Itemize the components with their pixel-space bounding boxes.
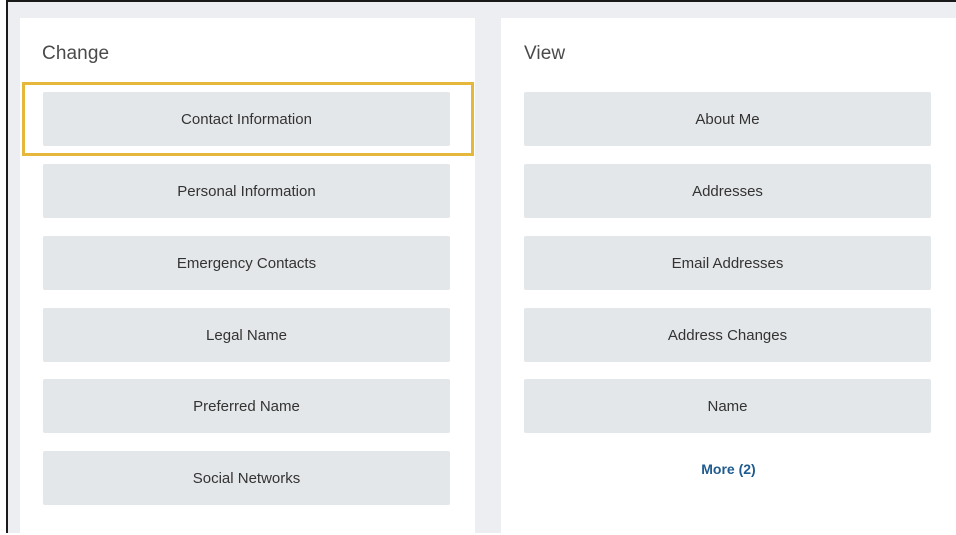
address-changes-button[interactable]: Address Changes [524,308,931,362]
change-card: Change Contact Information Personal Info… [20,18,475,535]
legal-name-button[interactable]: Legal Name [43,308,450,362]
view-card: View About Me Addresses Email Addresses … [501,18,956,535]
more-link[interactable]: More (2) [501,461,956,477]
about-me-button[interactable]: About Me [524,92,931,146]
social-networks-button[interactable]: Social Networks [43,451,450,505]
preferred-name-button[interactable]: Preferred Name [43,379,450,433]
emergency-contacts-button[interactable]: Emergency Contacts [43,236,450,290]
email-addresses-button[interactable]: Email Addresses [524,236,931,290]
name-button[interactable]: Name [524,379,931,433]
contact-information-button[interactable]: Contact Information [43,92,450,146]
worklets-frame: Change Contact Information Personal Info… [6,0,956,535]
change-card-title: Change [42,43,110,64]
addresses-button[interactable]: Addresses [524,164,931,218]
personal-information-button[interactable]: Personal Information [43,164,450,218]
view-card-title: View [524,43,566,64]
